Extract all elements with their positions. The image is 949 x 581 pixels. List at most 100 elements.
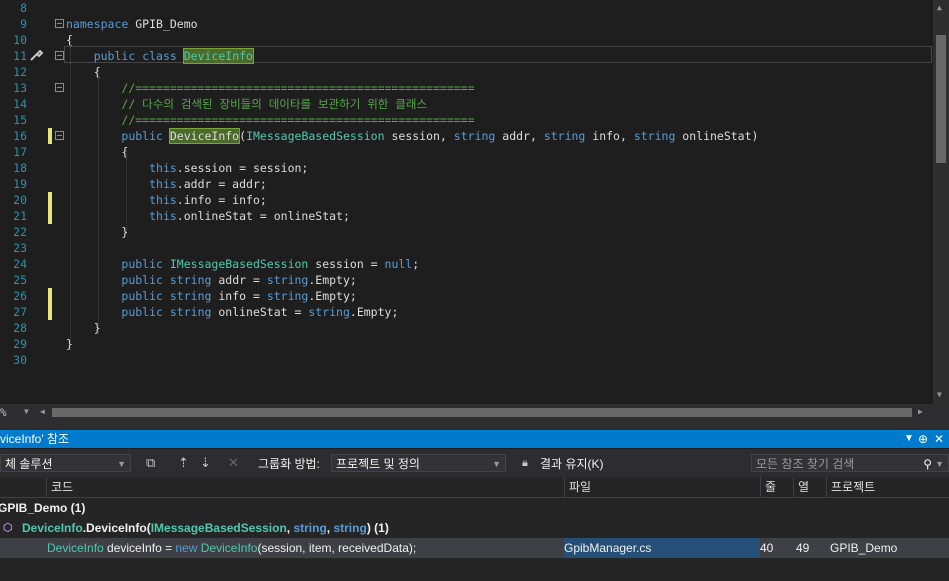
- scroll-left-icon[interactable]: ◀: [40, 407, 45, 416]
- reference-col: 49: [796, 541, 810, 555]
- line-number: 9: [20, 17, 27, 31]
- code-text[interactable]: //======================================…: [66, 80, 474, 96]
- code-text[interactable]: public string addr = string.Empty;: [66, 272, 356, 288]
- line-number: 20: [13, 193, 27, 207]
- code-line[interactable]: 12 {: [0, 64, 933, 80]
- vertical-scrollbar[interactable]: ▲ ▼: [933, 0, 949, 404]
- code-text[interactable]: // 다수의 검색된 장비들의 데이타를 보관하기 위한 클래스: [66, 96, 427, 112]
- code-text[interactable]: public IMessageBasedSession session = nu…: [66, 256, 419, 272]
- lock-icon[interactable]: 🔒︎: [522, 454, 528, 472]
- code-line[interactable]: 26 public string info = string.Empty;: [0, 288, 933, 304]
- line-number: 29: [13, 337, 27, 351]
- code-line[interactable]: 11 public class DeviceInfo: [0, 48, 933, 64]
- code-text[interactable]: }: [66, 320, 101, 336]
- chevron-down-icon[interactable]: ▼: [935, 455, 944, 473]
- code-editor[interactable]: 8 9 namespace GPIB_Demo 10{11 public class …: [0, 0, 933, 404]
- clear-filter-icon[interactable]: ✕: [228, 454, 239, 472]
- code-line[interactable]: 10{: [0, 32, 933, 48]
- splitter[interactable]: [0, 421, 949, 430]
- code-line[interactable]: 24 public IMessageBasedSession session =…: [0, 256, 933, 272]
- code-text[interactable]: this.onlineStat = onlineStat;: [66, 208, 350, 224]
- line-number: 15: [13, 113, 27, 127]
- search-input[interactable]: 모든 참조 찾기 검색 ⚲ ▼: [751, 454, 949, 472]
- copy-icon[interactable]: ⧉: [146, 454, 155, 472]
- column-line[interactable]: 줄: [760, 477, 793, 497]
- code-text[interactable]: this.addr = addr;: [66, 176, 267, 192]
- search-icon[interactable]: ⚲: [923, 455, 932, 473]
- code-line[interactable]: 30: [0, 352, 933, 368]
- reference-project: GPIB_Demo: [830, 541, 898, 555]
- scroll-up-icon[interactable]: ▲: [937, 3, 942, 12]
- previous-location-icon[interactable]: ⇡: [178, 454, 189, 472]
- indent-guide: [126, 150, 127, 234]
- scroll-thumb[interactable]: [936, 35, 946, 163]
- fold-toggle[interactable]: [55, 131, 64, 140]
- next-location-icon[interactable]: ⇣: [200, 454, 211, 472]
- code-line[interactable]: 15 //===================================…: [0, 112, 933, 128]
- code-line[interactable]: 20 this.info = info;: [0, 192, 933, 208]
- indent-guide: [70, 38, 71, 350]
- code-text[interactable]: namespace GPIB_Demo: [66, 16, 198, 32]
- code-text[interactable]: {: [66, 64, 101, 80]
- code-line[interactable]: 9 namespace GPIB_Demo: [0, 16, 933, 32]
- code-line[interactable]: 16 public DeviceInfo(IMessageBasedSessio…: [0, 128, 933, 144]
- scroll-down-icon[interactable]: ▼: [937, 390, 942, 399]
- code-line[interactable]: 18 this.session = session;: [0, 160, 933, 176]
- project-group-row[interactable]: GPIB_Demo (1): [0, 498, 949, 518]
- code-text[interactable]: //======================================…: [66, 112, 474, 128]
- line-number: 11: [13, 49, 27, 63]
- change-marker: [48, 192, 52, 224]
- line-number: 27: [13, 305, 27, 319]
- code-text[interactable]: public string onlineStat = string.Empty;: [66, 304, 398, 320]
- code-text[interactable]: public DeviceInfo(IMessageBasedSession s…: [66, 128, 758, 144]
- group-by-dropdown[interactable]: 프로젝트 및 정의 ▼: [331, 454, 506, 472]
- horizontal-scroll-thumb[interactable]: [52, 408, 912, 417]
- column-code[interactable]: 코드: [46, 477, 564, 497]
- code-line[interactable]: 23: [0, 240, 933, 256]
- scope-dropdown[interactable]: 체 솔루션 ▼: [0, 454, 131, 472]
- reference-row[interactable]: DeviceInfo deviceInfo = new DeviceInfo(s…: [0, 538, 949, 558]
- panel-menu-icon[interactable]: ▼: [904, 430, 914, 448]
- fold-toggle[interactable]: [55, 51, 64, 60]
- definition-row[interactable]: ⬡ DeviceInfo.DeviceInfo(IMessageBasedSes…: [0, 518, 949, 538]
- code-line[interactable]: 19 this.addr = addr;: [0, 176, 933, 192]
- reference-code: DeviceInfo deviceInfo = new DeviceInfo(s…: [47, 541, 417, 555]
- chevron-down-icon: ▼: [492, 459, 501, 469]
- panel-title-text: viceInfo' 참조: [0, 432, 70, 446]
- column-project[interactable]: 프로젝트: [826, 477, 931, 497]
- code-text[interactable]: public class DeviceInfo: [66, 48, 255, 64]
- fold-toggle[interactable]: [55, 83, 64, 92]
- code-text[interactable]: public string info = string.Empty;: [66, 288, 356, 304]
- code-text[interactable]: this.session = session;: [66, 160, 308, 176]
- column-col[interactable]: 열: [793, 477, 826, 497]
- code-line[interactable]: 29}: [0, 336, 933, 352]
- keep-results-button[interactable]: 결과 유지(K): [540, 455, 604, 473]
- line-number: 13: [13, 81, 27, 95]
- fold-toggle[interactable]: [55, 19, 64, 28]
- code-line[interactable]: 14 // 다수의 검색된 장비들의 데이타를 보관하기 위한 클래스: [0, 96, 933, 112]
- code-text[interactable]: this.info = info;: [66, 192, 267, 208]
- code-line[interactable]: 13 //===================================…: [0, 80, 933, 96]
- wrench-icon[interactable]: [28, 47, 44, 63]
- line-number: 18: [13, 161, 27, 175]
- close-icon[interactable]: ✕: [934, 430, 944, 448]
- line-number: 30: [13, 353, 27, 367]
- code-line[interactable]: 28 }: [0, 320, 933, 336]
- code-line[interactable]: 17 {: [0, 144, 933, 160]
- code-line[interactable]: 25 public string addr = string.Empty;: [0, 272, 933, 288]
- zoom-level[interactable]: %: [0, 406, 7, 419]
- group-by-label: 그룹화 방법:: [258, 457, 320, 471]
- code-line[interactable]: 22 }: [0, 224, 933, 240]
- scope-label: 체 솔루션: [5, 457, 53, 471]
- pin-icon[interactable]: ⊕: [918, 430, 928, 448]
- line-number: 24: [13, 257, 27, 271]
- reference-line: 40: [760, 541, 774, 555]
- scroll-right-icon[interactable]: ▶: [918, 407, 923, 416]
- column-file[interactable]: 파일: [564, 477, 760, 497]
- zoom-dropdown-icon[interactable]: ▼: [24, 407, 29, 416]
- code-line[interactable]: 21 this.onlineStat = onlineStat;: [0, 208, 933, 224]
- code-line[interactable]: 27 public string onlineStat = string.Emp…: [0, 304, 933, 320]
- code-line[interactable]: 8: [0, 0, 933, 16]
- line-number: 12: [13, 65, 27, 79]
- change-marker: [48, 128, 52, 144]
